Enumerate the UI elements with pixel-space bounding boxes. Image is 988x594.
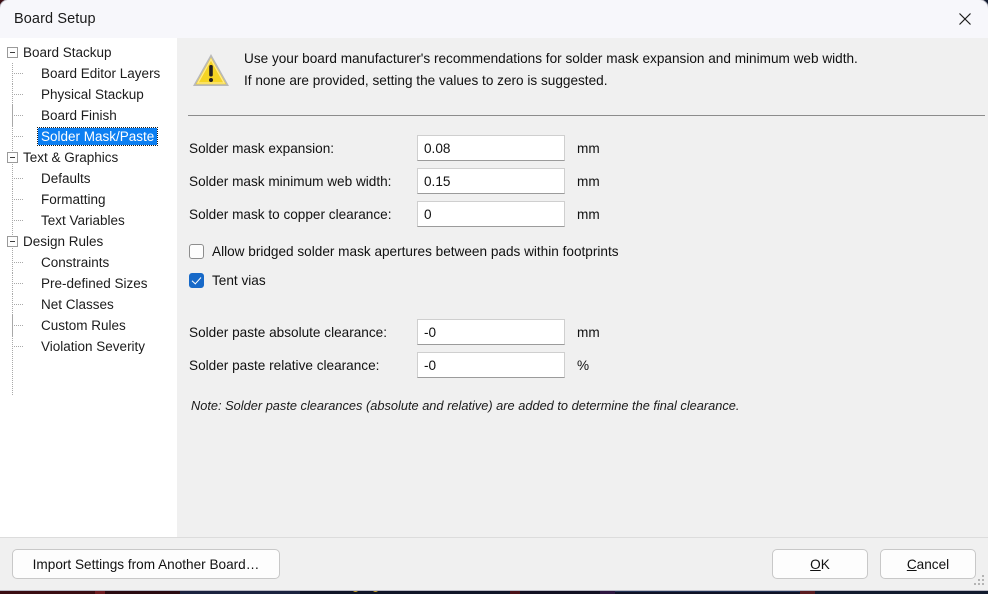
solder-mask-minimum-web-width-input[interactable] — [417, 168, 565, 194]
sidebar-item-physical-stackup[interactable]: Physical Stackup — [0, 84, 177, 105]
sidebar-item-label: Defaults — [38, 170, 94, 187]
collapse-minus-icon[interactable] — [7, 47, 18, 58]
checkbox-unchecked-icon[interactable] — [189, 244, 204, 259]
ok-label-rest: K — [821, 557, 830, 572]
sidebar-item-label: Board Editor Layers — [38, 65, 163, 82]
title-bar: Board Setup — [0, 0, 988, 38]
tree-connector — [12, 252, 38, 273]
solder-mask-form: Solder mask expansion: mm Solder mask mi… — [177, 116, 988, 413]
sidebar-item-label: Pre-defined Sizes — [38, 275, 151, 292]
field-solder-paste-absolute-clearance: Solder paste absolute clearance: mm — [189, 317, 988, 347]
field-solder-paste-relative-clearance: Solder paste relative clearance: % — [189, 350, 988, 380]
dialog-body: Board Stackup Board Editor Layers Physic… — [0, 38, 988, 537]
pcb-trace — [615, 590, 800, 592]
field-label: Solder mask minimum web width: — [189, 174, 417, 189]
sidebar-item-label: Constraints — [38, 254, 112, 271]
settings-tree[interactable]: Board Stackup Board Editor Layers Physic… — [0, 38, 177, 537]
tree-connector — [12, 105, 38, 126]
warning-line-1: Use your board manufacturer's recommenda… — [244, 48, 858, 70]
sidebar-item-net-classes[interactable]: Net Classes — [0, 294, 177, 315]
sidebar-item-violation-severity[interactable]: Violation Severity — [0, 336, 177, 357]
page-title: Board Setup — [14, 11, 96, 27]
sidebar-item-label: Text Variables — [38, 212, 128, 229]
solder-mask-paste-panel: Use your board manufacturer's recommenda… — [177, 38, 988, 537]
collapse-minus-icon[interactable] — [7, 152, 18, 163]
checkbox-label: Tent vias — [212, 273, 266, 288]
unit-label: % — [577, 358, 589, 373]
sidebar-item-constraints[interactable]: Constraints — [0, 252, 177, 273]
close-icon[interactable] — [942, 0, 988, 38]
sidebar-item-solder-mask-paste[interactable]: Solder Mask/Paste — [0, 126, 177, 147]
sidebar-item-label: Formatting — [38, 191, 109, 208]
tent-vias-checkbox[interactable]: Tent vias — [189, 267, 988, 293]
tree-connector — [12, 273, 38, 294]
collapse-minus-icon[interactable] — [7, 236, 18, 247]
tree-group-design-rules[interactable]: Design Rules — [0, 231, 177, 252]
tree-connector — [12, 168, 38, 189]
checkbox-label: Allow bridged solder mask apertures betw… — [212, 244, 619, 259]
solder-mask-to-copper-clearance-input[interactable] — [417, 201, 565, 227]
ok-button[interactable]: OK — [772, 549, 868, 579]
cancel-mnemonic: C — [907, 557, 917, 572]
unit-label: mm — [577, 141, 600, 156]
field-solder-mask-to-copper-clearance: Solder mask to copper clearance: mm — [189, 199, 988, 229]
tree-connector — [12, 84, 38, 105]
sidebar-item-defaults[interactable]: Defaults — [0, 168, 177, 189]
tree-group-label: Text & Graphics — [21, 149, 121, 166]
tree-connector — [12, 315, 38, 336]
tree-connector — [12, 63, 38, 84]
sidebar-item-board-finish[interactable]: Board Finish — [0, 105, 177, 126]
unit-label: mm — [577, 325, 600, 340]
field-solder-mask-minimum-web-width: Solder mask minimum web width: mm — [189, 166, 988, 196]
solder-mask-expansion-input[interactable] — [417, 135, 565, 161]
board-setup-dialog: Board Setup Board Stackup Board Editor L… — [0, 0, 988, 590]
sidebar-item-label: Solder Mask/Paste — [38, 128, 157, 145]
warning-text: Use your board manufacturer's recommenda… — [244, 48, 858, 92]
tree-group-board-stackup[interactable]: Board Stackup — [0, 42, 177, 63]
field-label: Solder mask expansion: — [189, 141, 417, 156]
dialog-footer: Import Settings from Another Board… OK C… — [0, 538, 988, 590]
unit-label: mm — [577, 174, 600, 189]
sidebar-item-custom-rules[interactable]: Custom Rules — [0, 315, 177, 336]
sidebar-item-text-variables[interactable]: Text Variables — [0, 210, 177, 231]
ok-mnemonic: O — [810, 557, 821, 572]
sidebar-item-label: Custom Rules — [38, 317, 129, 334]
sidebar-item-label: Net Classes — [38, 296, 117, 313]
tree-group-label: Design Rules — [21, 233, 106, 250]
field-label: Solder paste relative clearance: — [189, 358, 417, 373]
field-label: Solder mask to copper clearance: — [189, 207, 417, 222]
solder-paste-absolute-clearance-input[interactable] — [417, 319, 565, 345]
field-label: Solder paste absolute clearance: — [189, 325, 417, 340]
spacer — [189, 293, 988, 317]
import-settings-button[interactable]: Import Settings from Another Board… — [12, 549, 280, 579]
paste-clearance-note: Note: Solder paste clearances (absolute … — [191, 398, 988, 413]
warning-line-2: If none are provided, setting the values… — [244, 70, 858, 92]
tree-connector — [12, 189, 38, 210]
field-solder-mask-expansion: Solder mask expansion: mm — [189, 133, 988, 163]
warning-banner: Use your board manufacturer's recommenda… — [177, 38, 988, 94]
resize-grip[interactable] — [972, 575, 985, 588]
cancel-button[interactable]: Cancel — [880, 549, 976, 579]
cancel-label-rest: ancel — [917, 557, 950, 572]
warning-triangle-icon — [191, 51, 235, 94]
tree-group-label: Board Stackup — [21, 44, 115, 61]
tree-group-text-graphics[interactable]: Text & Graphics — [0, 147, 177, 168]
tree-connector — [12, 126, 38, 147]
sidebar-item-label: Board Finish — [38, 107, 120, 124]
sidebar-item-formatting[interactable]: Formatting — [0, 189, 177, 210]
tree-connector — [12, 210, 38, 231]
tree-connector — [12, 336, 38, 357]
unit-label: mm — [577, 207, 600, 222]
sidebar-item-label: Physical Stackup — [38, 86, 147, 103]
tree-connector — [12, 294, 38, 315]
allow-bridged-apertures-checkbox[interactable]: Allow bridged solder mask apertures betw… — [189, 238, 988, 264]
solder-paste-relative-clearance-input[interactable] — [417, 352, 565, 378]
sidebar-item-board-editor-layers[interactable]: Board Editor Layers — [0, 63, 177, 84]
checkbox-checked-icon[interactable] — [189, 273, 204, 288]
sidebar-item-pre-defined-sizes[interactable]: Pre-defined Sizes — [0, 273, 177, 294]
sidebar-item-label: Violation Severity — [38, 338, 148, 355]
